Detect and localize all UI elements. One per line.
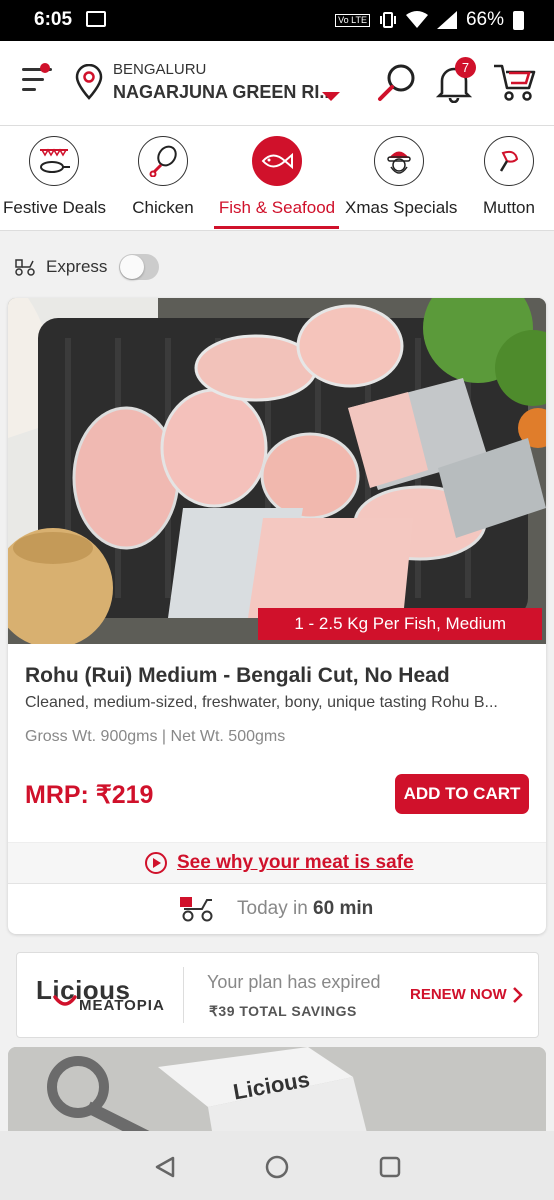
renew-now-button[interactable]: RENEW NOW [410,986,507,1003]
back-icon[interactable] [153,1155,177,1179]
menu-button[interactable] [22,63,52,96]
santa-icon-wrap [374,136,424,186]
recents-icon[interactable] [378,1155,402,1179]
tab-festive-deals[interactable]: Festive Deals [3,136,106,218]
fish-cuts-illustration [8,298,546,644]
tab-label: Xmas Specials [345,198,458,217]
vibrate-icon [379,12,396,28]
play-circle-icon [145,852,167,874]
product-card[interactable]: 1 - 2.5 Kg Per Fish, Medium Rohu (Rui) M… [8,298,546,934]
location-dropdown-caret-icon[interactable] [322,92,340,101]
status-icons: Vo LTE 66% [335,9,524,31]
location-area[interactable]: NAGARJUNA GREEN RI... [113,82,334,103]
product-price: MRP: ₹219 [25,781,154,809]
next-product-card[interactable]: Licious [8,1047,546,1137]
battery-icon [513,10,524,30]
delivery-time: 60 min [313,898,374,919]
tab-fish-seafood[interactable]: Fish & Seafood [217,136,337,218]
plan-savings: ₹39 TOTAL SAVINGS [209,1003,357,1019]
festive-pan-icon [40,148,70,173]
delivery-text: Today in 60 min [237,898,373,920]
plan-status: Your plan has expired [207,972,381,992]
location-city[interactable]: BENGALURU [113,61,206,78]
add-to-cart-button[interactable]: ADD TO CART [395,774,529,814]
product-weights: Gross Wt. 900gms | Net Wt. 500gms [25,728,286,745]
status-time: 6:05 [34,9,73,30]
delivery-prefix: Today in [237,898,314,919]
battery-percent: 66% [465,9,504,30]
weight-range-tag: 1 - 2.5 Kg Per Fish, Medium [258,608,542,640]
status-bar: 6:05 Vo LTE 66% [0,0,554,41]
category-tabs: Festive Deals Chicken Fish & Seafood Xma… [0,126,554,231]
fish-icon [261,152,293,170]
tab-label: Mutton [483,198,535,217]
product-description: Cleaned, medium-sized, freshwater, bony,… [25,694,498,711]
meat-safety-banner[interactable]: See why your meat is safe [8,842,546,884]
tab-label: Chicken [132,198,194,217]
divider [183,967,184,1023]
volte-icon: Vo LTE [335,13,370,27]
system-nav-bar [0,1131,554,1200]
festive-pan-icon-wrap [29,136,79,186]
search-icon[interactable] [376,61,418,103]
express-filter: Express [14,254,160,280]
tab-label: Fish & Seafood [218,198,336,217]
location-pin-icon[interactable] [74,64,104,100]
tab-label: Festive Deals [3,198,106,217]
drumstick-icon [149,145,177,177]
cart-icon[interactable] [492,61,538,103]
smile-logo-icon [53,995,77,1006]
tab-mutton[interactable]: Mutton [479,136,539,218]
mutton-icon [499,150,519,172]
active-tab-indicator [214,226,339,229]
app-header: BENGALURU NAGARJUNA GREEN RI... 7 [0,41,554,126]
santa-icon [387,151,411,174]
product-name[interactable]: Rohu (Rui) Medium - Bengali Cut, No Head [25,664,450,688]
drumstick-icon-wrap [138,136,188,186]
signal-icon [436,11,457,29]
scooter-icon [15,259,35,276]
tab-chicken[interactable]: Chicken [125,136,201,218]
membership-plan-banner[interactable]: Licious MEATOPIA Your plan has expired ₹… [16,952,539,1038]
notification-count-badge: 7 [455,57,476,78]
meat-safety-link[interactable]: See why your meat is safe [177,852,414,874]
message-notification-icon [86,11,106,27]
product-image[interactable]: 1 - 2.5 Kg Per Fish, Medium [8,298,546,644]
wifi-icon [405,11,428,28]
delivery-eta: Today in 60 min [8,883,546,934]
express-label: Express [46,257,108,276]
meatopia-label: MEATOPIA [79,997,165,1014]
fish-icon-wrap [252,136,302,186]
menu-notification-dot [40,63,50,73]
delivery-scooter-icon [180,897,213,922]
express-toggle[interactable] [119,254,160,280]
tab-xmas-specials[interactable]: Xmas Specials [345,136,458,218]
toggle-knob [120,255,145,279]
chevron-right-icon[interactable] [511,986,523,1004]
home-icon[interactable] [265,1155,289,1179]
mutton-icon-wrap [484,136,534,186]
